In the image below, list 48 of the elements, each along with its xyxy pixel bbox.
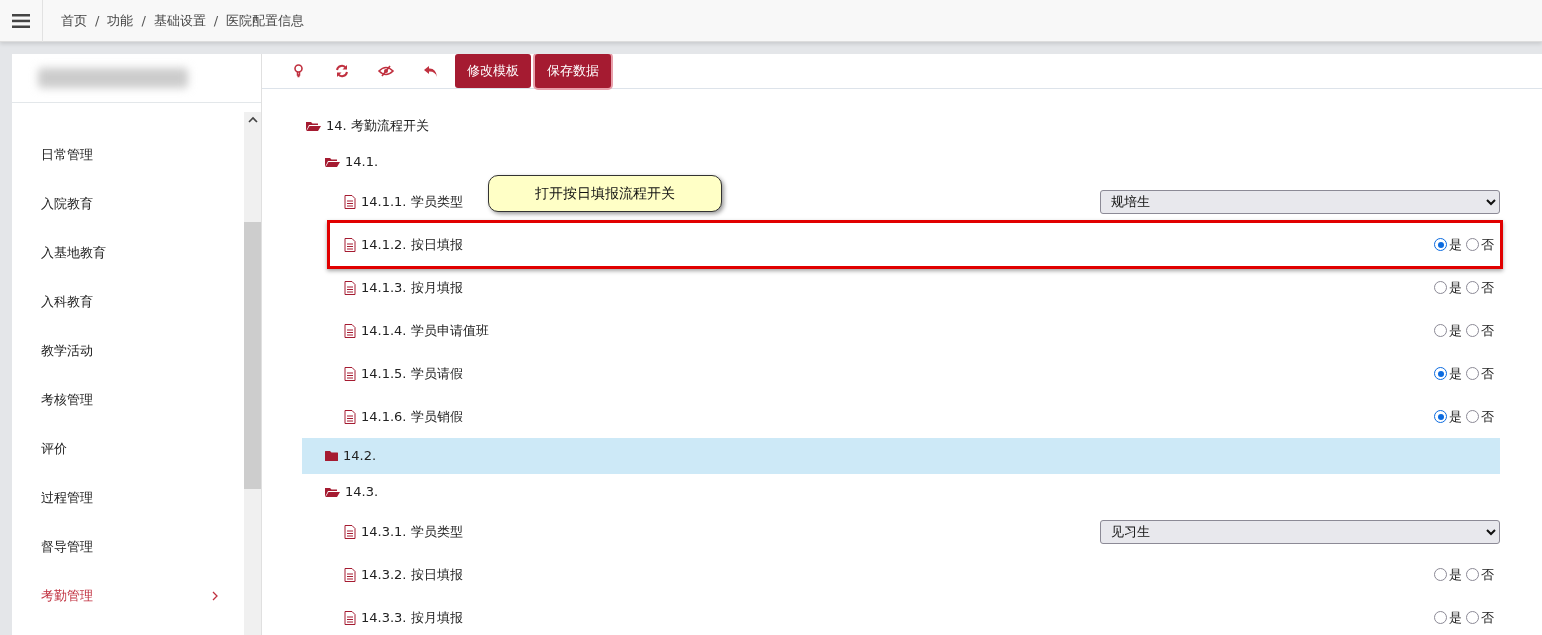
radio-label: 否 [1481,278,1494,297]
radio-label: 是 [1449,565,1462,584]
setting-label: 14.1.4. 学员申请值班 [361,321,489,340]
setting-label: 14.3.1. 学员类型 [361,522,463,541]
sidebar-item[interactable]: 考核管理 [12,375,244,424]
radio-label: 否 [1481,321,1494,340]
sidebar-item[interactable]: 评价 [12,424,244,473]
setting-label: 14.1.5. 学员请假 [361,364,463,383]
breadcrumb-separator: / [95,11,100,30]
setting-label: 14.3.2. 按日填报 [361,565,463,584]
tree-folder[interactable]: 14. 考勤流程开关 [306,108,1500,144]
sidebar-item[interactable]: 考勤管理 [12,571,244,620]
setting-label: 14.1.1. 学员类型 [361,192,463,211]
type-dropdown[interactable]: 见习生 [1100,519,1500,544]
radio-label: 否 [1481,364,1494,383]
callout-tooltip: 打开按日填报流程开关 [488,175,722,212]
sidebar-item[interactable]: 过程管理 [12,473,244,522]
radio-label: 否 [1481,608,1494,627]
sidebar-item[interactable]: 入基地教育 [12,228,244,277]
radio-label: 是 [1449,278,1462,297]
type-dropdown[interactable]: 规培生 [1100,189,1500,214]
breadcrumb-link[interactable]: 功能 [107,10,134,31]
setting-label: 14.1.6. 学员销假 [361,407,463,426]
breadcrumb-current: 医院配置信息 [226,11,305,30]
tree-folder[interactable]: 14.3. [306,474,1500,510]
sidebar-item[interactable]: 教学活动 [12,326,244,375]
setting-label: 14.1.2. 按日填报 [361,235,463,254]
sidebar-item[interactable]: 入科教育 [12,277,244,326]
breadcrumb-link[interactable]: 基础设置 [153,10,206,31]
radio-label: 否 [1481,407,1494,426]
breadcrumb-separator: / [213,11,219,30]
radio-label: 否 [1481,565,1494,584]
sidebar-item[interactable]: 入院教育 [12,179,244,228]
setting-label: 14.3.3. 按月填报 [361,608,463,627]
setting-label: 14.1.3. 按月填报 [361,278,463,297]
sidebar-item[interactable]: 日常管理 [12,130,244,179]
edit-template-button[interactable]: 修改模板 [455,54,531,88]
radio-label: 是 [1449,407,1462,426]
radio-label: 是 [1449,364,1462,383]
breadcrumb-separator: / [141,11,146,30]
breadcrumb-link[interactable]: 首页 [61,10,87,31]
radio-label: 否 [1481,235,1494,254]
sidebar-item[interactable]: 督导管理 [12,522,244,571]
save-button[interactable]: 保存数据 [535,54,611,88]
radio-label: 是 [1449,235,1462,254]
radio-label: 是 [1449,608,1462,627]
tree-folder[interactable]: 14.2. [302,438,1500,474]
radio-label: 是 [1449,321,1462,340]
